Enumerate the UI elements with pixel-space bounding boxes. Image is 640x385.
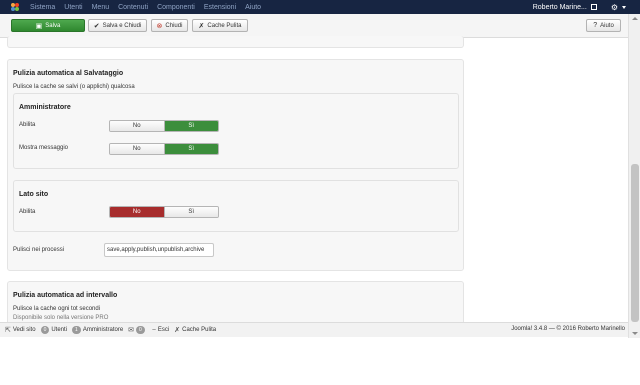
site-fieldset	[13, 180, 459, 232]
check-icon: ✔	[93, 22, 100, 30]
menu-item-utenti[interactable]: Utenti	[64, 4, 82, 11]
admin-enable-toggle[interactable]: No Sì	[109, 120, 219, 132]
menu-item-estensioni[interactable]: Estensioni	[204, 4, 236, 11]
admin-enable-yes[interactable]: Sì	[163, 121, 218, 131]
wrench-icon: ✗	[198, 22, 205, 30]
external-link-icon: ⇱	[5, 327, 11, 334]
main-menu: Sistema Utenti Menu Contenuti Componenti…	[30, 4, 270, 11]
admin-enable-no[interactable]: No	[110, 121, 164, 131]
interval-pro-note: Disponibile solo nella versione PRO	[13, 315, 109, 321]
help-icon: ?	[593, 22, 598, 29]
toolbar: ▣ Salva ✔ Salva e Chiudi ⊗ Chiudi ✗ Cach…	[0, 14, 628, 38]
scroll-thumb[interactable]	[631, 164, 639, 322]
logout-link[interactable]: − Esci	[152, 327, 169, 334]
site-enable-toggle[interactable]: No Sì	[109, 206, 219, 218]
interval-title: Pulizia automatica ad intervallo	[13, 292, 118, 299]
logout-label: Esci	[157, 327, 170, 333]
footer-copyright: Joomla! 3.4.8 — © 2016 Roberto Marinello	[511, 326, 625, 332]
view-site-label: Vedi sito	[12, 327, 36, 333]
close-button-label: Chiudi	[165, 22, 183, 29]
autosave-title: Pulizia automatica al Salvataggio	[13, 70, 124, 77]
admin-fieldset	[13, 93, 459, 169]
clear-cache-button[interactable]: ✗ Cache Pulita	[192, 19, 248, 32]
admins-status[interactable]: 1 Amministratore	[72, 326, 123, 334]
statusbar-clear-cache[interactable]: ✗ Cache Pulita	[174, 326, 216, 334]
users-status[interactable]: 0 Utenti	[40, 326, 68, 334]
menu-item-menu[interactable]: Menu	[92, 4, 110, 11]
view-site-link[interactable]: ⇱ Vedi sito	[5, 326, 36, 334]
menu-item-sistema[interactable]: Sistema	[30, 4, 55, 11]
chevron-down-icon[interactable]	[622, 5, 626, 9]
status-bar: ⇱ Vedi sito 0 Utenti 1 Amministratore ✉ …	[0, 322, 628, 337]
close-button[interactable]: ⊗ Chiudi	[151, 19, 188, 32]
admin-enable-label: Abilita	[19, 122, 36, 128]
admin-message-toggle[interactable]: No Sì	[109, 143, 219, 155]
joomla-logo-icon[interactable]	[8, 0, 22, 14]
save-close-button[interactable]: ✔ Salva e Chiudi	[88, 19, 147, 32]
admin-message-no[interactable]: No	[110, 144, 164, 154]
site-user-name[interactable]: Roberto Marine...	[533, 4, 587, 11]
scroll-up-icon[interactable]	[632, 17, 638, 20]
cancel-icon: ⊗	[156, 22, 163, 30]
site-enable-no[interactable]: No	[110, 207, 164, 217]
save-button[interactable]: ▣ Salva	[11, 19, 85, 32]
admin-message-yes[interactable]: Sì	[163, 144, 218, 154]
admins-count-badge: 1	[72, 326, 81, 334]
processes-input[interactable]: save,apply,publish,unpublish,archive	[104, 243, 214, 257]
admin-title: Amministratore	[19, 104, 71, 111]
save-button-label: Salva	[45, 22, 61, 29]
admin-message-label: Mostra messaggio	[19, 145, 69, 151]
menu-item-componenti[interactable]: Componenti	[157, 4, 195, 11]
save-icon: ▣	[35, 22, 43, 30]
menu-item-aiuto[interactable]: Aiuto	[245, 4, 261, 11]
messages-status[interactable]: ✉ 0	[128, 326, 147, 334]
page-scrollbar[interactable]	[628, 14, 640, 338]
site-title: Lato sito	[19, 191, 49, 198]
menu-item-contenuti[interactable]: Contenuti	[118, 4, 148, 11]
minus-icon: −	[151, 326, 156, 334]
previous-panel	[7, 36, 464, 48]
envelope-icon: ✉	[128, 327, 135, 334]
wrench-icon: ✗	[174, 327, 181, 334]
statusbar-clear-cache-label: Cache Pulita	[182, 327, 217, 333]
users-label: Utenti	[51, 327, 68, 333]
interval-description: Pulisce la cache ogni tot secondi	[13, 306, 101, 312]
external-link-icon[interactable]	[590, 4, 597, 10]
site-enable-label: Abilita	[19, 209, 36, 215]
top-navbar: Sistema Utenti Menu Contenuti Componenti…	[0, 0, 640, 14]
processes-label: Pulisci nei processi	[13, 247, 65, 253]
admins-label: Amministratore	[82, 327, 124, 333]
messages-count-badge: 0	[136, 326, 145, 334]
help-button-label: Aiuto	[600, 22, 614, 29]
help-button[interactable]: ? Aiuto	[586, 19, 621, 32]
gear-icon[interactable]: ⚙	[611, 3, 618, 12]
clear-cache-button-label: Cache Pulita	[207, 22, 242, 29]
scroll-down-icon[interactable]	[632, 332, 638, 335]
save-close-button-label: Salva e Chiudi	[102, 22, 142, 29]
users-count-badge: 0	[40, 326, 50, 334]
site-enable-yes[interactable]: Sì	[163, 207, 218, 217]
autosave-description: Pulisce la cache se salvi (o applichi) q…	[13, 84, 135, 90]
